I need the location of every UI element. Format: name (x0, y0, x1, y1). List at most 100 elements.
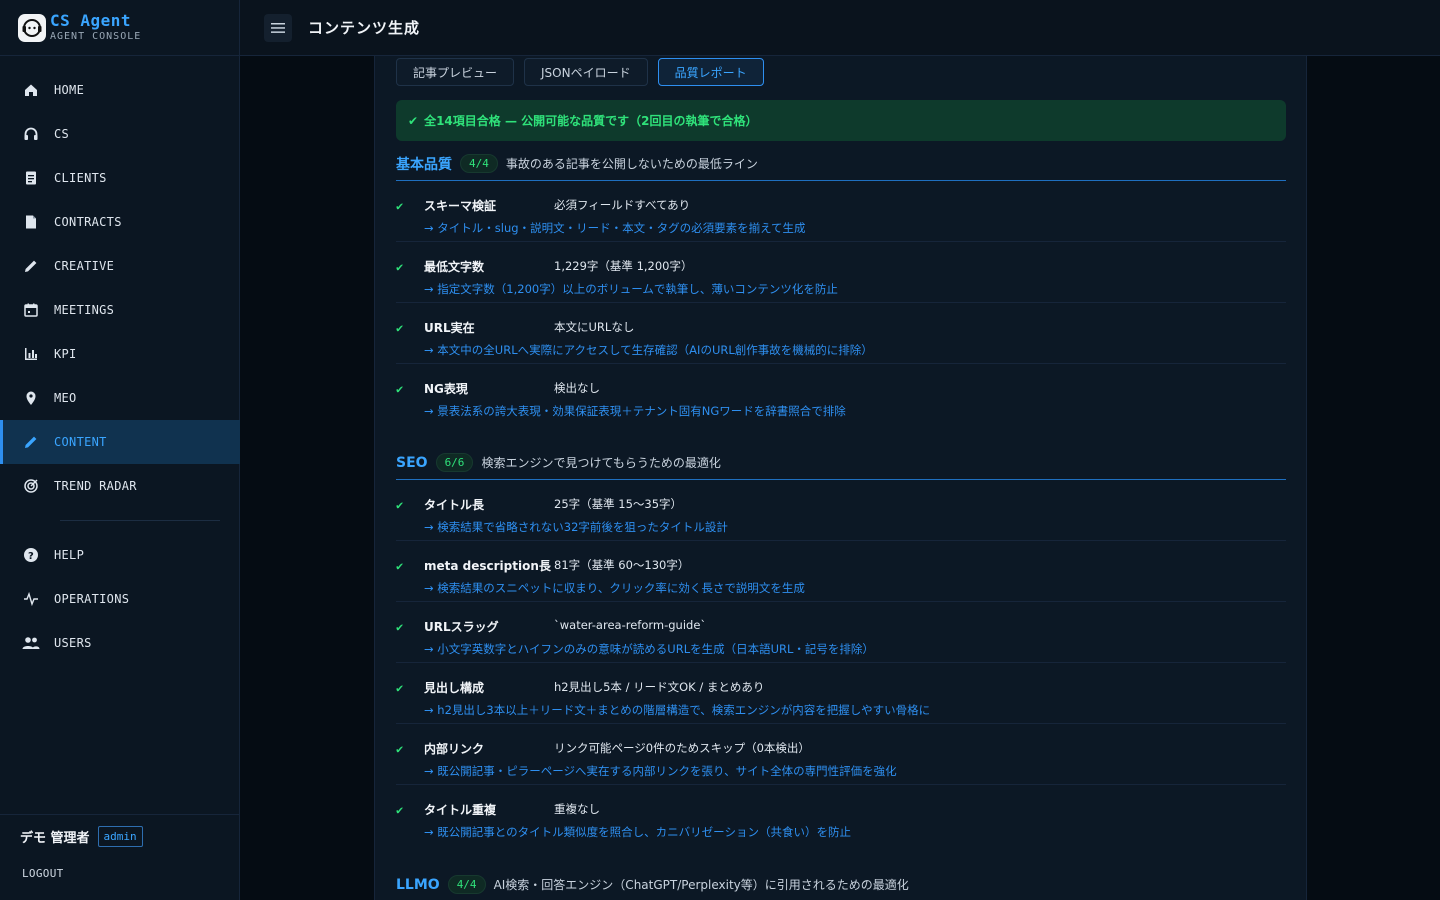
section-count-badge: 4/4 (447, 875, 486, 894)
check-result: 重複なし (554, 802, 600, 816)
nav-item-meetings[interactable]: MEETINGS (0, 288, 240, 332)
check-item: ✔ URLスラッグ `water-area-reform-guide` → 小文… (396, 602, 1286, 663)
nav-item-label: MEETINGS (54, 303, 115, 317)
nav-item-kpi[interactable]: KPI (0, 332, 240, 376)
check-name: URLスラッグ (424, 620, 499, 634)
user-name: デモ 管理者 (20, 831, 90, 846)
nav-item-trend-radar[interactable]: TREND RADAR (0, 464, 240, 508)
check-icon: ✔ (408, 113, 419, 128)
check-item: ✔ 内部リンク リンク可能ページ0件のためスキップ（0本検出） → 既公開記事・… (396, 724, 1286, 785)
bar-chart-icon (22, 345, 40, 363)
tab-json-payload[interactable]: JSONペイロード (524, 58, 648, 86)
check-name: NG表現 (424, 382, 468, 396)
nav-item-label: HOME (54, 83, 85, 97)
check-note: → 検索結果のスニペットに収まり、クリック率に効く長さで説明文を生成 (424, 581, 805, 595)
check-result: h2見出し5本 / リード文OK / まとめあり (554, 680, 765, 694)
check-item: ✔ 見出し構成 h2見出し5本 / リード文OK / まとめあり → h2見出し… (396, 663, 1286, 724)
user-info: デモ 管理者 admin (0, 815, 240, 847)
top-bar: コンテンツ生成 (240, 0, 1440, 56)
home-icon (22, 81, 40, 99)
nav-item-label: CONTRACTS (54, 215, 122, 229)
pulse-icon (22, 590, 40, 608)
menu-toggle-button[interactable] (264, 13, 292, 42)
check-icon: ✔ (396, 681, 404, 695)
section-description: 検索エンジンで見つけてもらうための最適化 (481, 456, 721, 470)
check-note: → 既公開記事とのタイトル類似度を照合し、カニバリゼーション（共食い）を防止 (424, 825, 851, 839)
pass-banner: ✔ 全14項目合格 — 公開可能な品質です（2回目の執筆で合格） (396, 100, 1286, 141)
section-header: 基本品質 4/4 事故のある記事を公開しないための最低ライン (396, 151, 1286, 181)
check-note: → 指定文字数（1,200字）以上のボリュームで執筆し、薄いコンテンツ化を防止 (424, 282, 838, 296)
nav-item-label: CONTENT (54, 435, 107, 449)
check-icon: ✔ (396, 803, 404, 817)
brand[interactable]: CS Agent AGENT CONSOLE (0, 0, 239, 56)
check-result: 検出なし (554, 381, 600, 395)
nav-item-clients[interactable]: CLIENTS (0, 156, 240, 200)
section-seo: SEO 6/6 検索エンジンで見つけてもらうための最適化 ✔ タイトル長 25字… (396, 450, 1286, 846)
check-result: リンク可能ページ0件のためスキップ（0本検出） (554, 741, 810, 755)
check-note: → 景表法系の誇大表現・効果保証表現＋テナント固有NGワードを辞書照合で排除 (424, 404, 846, 418)
nav-item-label: KPI (54, 347, 77, 361)
nav-item-label: USERS (54, 636, 92, 650)
document-list-icon (22, 169, 40, 187)
brand-logo-icon (18, 13, 46, 42)
section-header: SEO 6/6 検索エンジンで見つけてもらうための最適化 (396, 450, 1286, 480)
section-title: SEO (396, 454, 428, 471)
svg-text:?: ? (28, 551, 34, 562)
nav-item-meo[interactable]: MEO (0, 376, 240, 420)
nav-item-cs[interactable]: CS (0, 112, 240, 156)
tab-quality-report[interactable]: 品質レポート (657, 58, 764, 86)
brand-title: CS Agent (50, 10, 132, 30)
pencil-icon (22, 257, 40, 275)
check-item: ✔ スキーマ検証 必須フィールドすべてあり → タイトル・slug・説明文・リー… (396, 181, 1286, 242)
users-icon (22, 634, 40, 652)
help-icon: ? (22, 546, 40, 564)
nav-item-label: OPERATIONS (54, 592, 130, 606)
check-icon: ✔ (396, 199, 404, 213)
brand-subtitle: AGENT CONSOLE (50, 30, 142, 42)
pass-banner-text: 全14項目合格 — 公開可能な品質です（2回目の執筆で合格） (424, 114, 758, 128)
logout-link[interactable]: LOGOUT (0, 847, 240, 880)
nav-item-users[interactable]: USERS (0, 621, 240, 665)
nav-item-label: CS (54, 127, 70, 141)
check-result: 25字（基準 15〜35字） (554, 497, 683, 511)
nav-divider (60, 520, 220, 521)
check-item: ✔ URL実在 本文にURLなし → 本文中の全URLへ実際にアクセスして生存確… (396, 303, 1286, 364)
check-icon: ✔ (396, 260, 404, 274)
check-item: ✔ meta description長 81字（基準 60〜130字） → 検索… (396, 541, 1286, 602)
check-note: → h2見出し3本以上＋リード文＋まとめの階層構造で、検索エンジンが内容を把握し… (424, 703, 931, 717)
sidebar: CS Agent AGENT CONSOLE HOME CS CLIENTS C… (0, 0, 240, 900)
check-name: URL実在 (424, 321, 475, 335)
check-result: `water-area-reform-guide` (554, 618, 707, 632)
check-name: タイトル重複 (424, 803, 497, 817)
check-icon: ✔ (396, 498, 404, 512)
nav-item-label: HELP (54, 548, 85, 562)
section-title: 基本品質 (396, 156, 452, 173)
check-note: → 既公開記事・ピラーページへ実在する内部リンクを張り、サイト全体の専門性評価を… (424, 764, 897, 778)
nav-item-content[interactable]: CONTENT (0, 420, 240, 464)
nav-item-contracts[interactable]: CONTRACTS (0, 200, 240, 244)
map-pin-icon (22, 389, 40, 407)
pencil-icon (22, 433, 40, 451)
section-description: 事故のある記事を公開しないための最低ライン (505, 157, 758, 171)
section-title: LLMO (396, 876, 440, 893)
section-count-badge: 4/4 (460, 154, 498, 173)
check-icon: ✔ (396, 382, 404, 396)
view-tabs: 記事プレビュー JSONペイロード 品質レポート (396, 58, 764, 86)
nav-item-help[interactable]: ? HELP (0, 533, 240, 577)
nav-item-operations[interactable]: OPERATIONS (0, 577, 240, 621)
sidebar-nav: HOME CS CLIENTS CONTRACTS CREATIVE MEETI… (0, 68, 240, 665)
check-name: meta description長 (424, 559, 551, 573)
check-note: → 小文字英数字とハイフンのみの意味が読めるURLを生成（日本語URL・記号を排… (424, 642, 874, 656)
nav-item-creative[interactable]: CREATIVE (0, 244, 240, 288)
tab-article-preview[interactable]: 記事プレビュー (396, 58, 515, 86)
nav-item-label: CREATIVE (54, 259, 115, 273)
sidebar-footer: デモ 管理者 admin LOGOUT (0, 814, 240, 900)
check-result: 本文にURLなし (554, 320, 635, 334)
role-badge: admin (97, 826, 143, 847)
quality-report-panel: 記事プレビュー JSONペイロード 品質レポート ✔ 全14項目合格 — 公開可… (374, 56, 1307, 900)
page-title: コンテンツ生成 (308, 19, 421, 37)
check-item: ✔ NG表現 検出なし → 景表法系の誇大表現・効果保証表現＋テナント固有NGワ… (396, 364, 1286, 425)
nav-item-home[interactable]: HOME (0, 68, 240, 112)
file-icon (22, 213, 40, 231)
check-icon: ✔ (396, 742, 404, 756)
